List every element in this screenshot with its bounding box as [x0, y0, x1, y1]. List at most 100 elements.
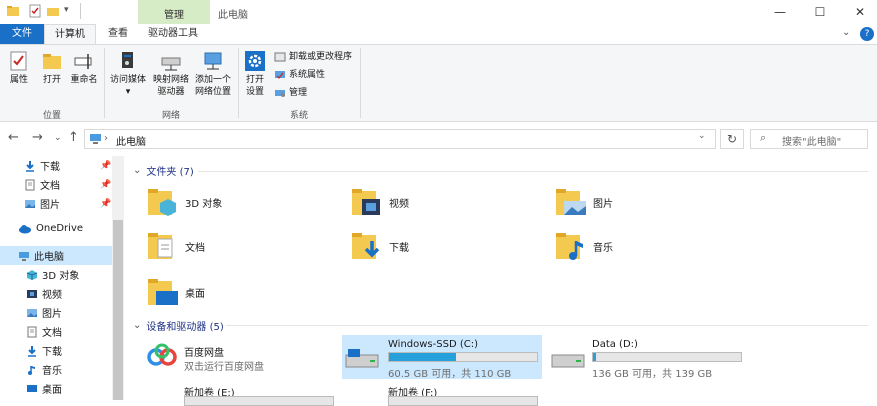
- access-media-dropdown-icon: ▾: [125, 87, 131, 97]
- search-placeholder: 搜索"此电脑": [782, 137, 842, 148]
- breadcrumb-chevron-icon[interactable]: ›: [104, 133, 108, 144]
- folder-pictures[interactable]: 图片: [554, 184, 744, 220]
- pin-icon[interactable]: 📌: [100, 199, 111, 209]
- sidebar-item-music[interactable]: 音乐: [0, 360, 124, 379]
- sidebar-item-videos[interactable]: 视频: [0, 284, 124, 303]
- contextual-tab-label[interactable]: 管理: [138, 6, 210, 21]
- map-network-label-2: 驱动器: [157, 87, 185, 97]
- sidebar-item-label: 下载: [40, 162, 60, 173]
- refresh-icon[interactable]: ↻: [720, 129, 744, 149]
- sidebar-item-pictures-pc[interactable]: 图片: [0, 303, 124, 322]
- drive-c[interactable]: Windows-SSD (C:) 60.5 GB 可用，共 110 GB: [342, 335, 542, 380]
- folder-3d-objects[interactable]: 3D 对象: [146, 184, 336, 220]
- open-button[interactable]: 打开: [38, 50, 66, 86]
- add-network-location-button[interactable]: 添加一个 网络位置: [192, 50, 234, 98]
- rename-button[interactable]: 重命名: [68, 50, 100, 86]
- sidebar-item-desktop[interactable]: 桌面: [0, 379, 124, 398]
- devices-section-header[interactable]: ⌄ 设备和驱动器 (5): [133, 318, 224, 333]
- drive-c-free-space: 60.5 GB 可用，共 110 GB: [388, 369, 512, 380]
- sidebar-item-documents-pc[interactable]: 文档: [0, 322, 124, 341]
- folders-section-header[interactable]: ⌄ 文件夹 (7): [133, 163, 194, 178]
- folder-desktop[interactable]: 桌面: [146, 274, 336, 310]
- collapse-chevron-icon[interactable]: ⌄: [133, 165, 141, 176]
- ribbon-separator: [360, 48, 361, 118]
- drive-f-usage-bar: [388, 396, 538, 406]
- download-folder-icon: [352, 233, 380, 259]
- explorer-icon: [7, 6, 19, 16]
- desktop-folder-icon: [148, 279, 178, 305]
- map-network-label-1: 映射网络: [152, 75, 189, 85]
- tab-drive-tools[interactable]: 驱动器工具: [140, 24, 206, 44]
- properties-button[interactable]: 属性: [4, 50, 34, 86]
- open-settings-button[interactable]: 打开 设置: [241, 50, 269, 98]
- folder-downloads[interactable]: 下载: [350, 228, 540, 264]
- pin-icon[interactable]: 📌: [100, 180, 111, 190]
- pin-icon[interactable]: 📌: [100, 161, 111, 171]
- picture-folder-icon: [556, 189, 586, 215]
- sidebar-item-pictures[interactable]: 图片 📌: [0, 194, 124, 213]
- folder-label: 下载: [389, 242, 409, 254]
- sidebar-item-label: OneDrive: [36, 223, 84, 234]
- sidebar-item-this-pc[interactable]: 此电脑: [0, 246, 124, 265]
- back-arrow-icon[interactable]: ←: [8, 130, 19, 145]
- forward-arrow-icon[interactable]: →: [32, 130, 43, 145]
- maximize-button[interactable]: ☐: [806, 4, 834, 20]
- sidebar-item-label: 文档: [40, 181, 60, 192]
- rename-label: 重命名: [70, 75, 98, 85]
- folder-videos[interactable]: 视频: [350, 184, 540, 220]
- uninstall-programs-button[interactable]: 卸载或更改程序: [274, 48, 352, 66]
- sidebar-item-downloads[interactable]: 下载 📌: [0, 156, 124, 175]
- minimize-button[interactable]: —: [766, 4, 794, 20]
- folder-music[interactable]: 音乐: [554, 228, 744, 264]
- download-icon: [26, 160, 34, 172]
- tab-view[interactable]: 查看: [96, 24, 140, 44]
- system-group-label: 系统: [289, 111, 308, 121]
- folder-label: 3D 对象: [185, 198, 223, 210]
- folder-label: 桌面: [185, 288, 205, 300]
- quick-access-dropdown-icon[interactable]: ▾: [64, 5, 69, 15]
- sidebar-item-3d-objects[interactable]: 3D 对象: [0, 265, 124, 284]
- drive-d[interactable]: Data (D:) 136 GB 可用，共 139 GB: [548, 335, 748, 380]
- drive-d-free-space: 136 GB 可用，共 139 GB: [592, 369, 713, 380]
- add-location-label-1: 添加一个: [194, 75, 231, 85]
- properties-quick-icon[interactable]: [28, 4, 42, 18]
- sidebar-item-downloads-pc[interactable]: 下载: [0, 341, 124, 360]
- collapse-ribbon-icon[interactable]: ⌄: [842, 27, 850, 38]
- device-name: 百度网盘: [184, 348, 224, 359]
- search-icon: ⌕: [760, 131, 767, 144]
- sidebar-item-label: 图片: [42, 309, 62, 320]
- sidebar-item-documents[interactable]: 文档 📌: [0, 175, 124, 194]
- rename-icon: [74, 54, 92, 69]
- sidebar-item-onedrive[interactable]: OneDrive: [0, 219, 124, 238]
- new-folder-quick-icon[interactable]: [46, 4, 60, 18]
- breadcrumb-this-pc[interactable]: 此电脑: [116, 133, 146, 148]
- media-server-icon: [122, 52, 133, 68]
- folder-label: 视频: [389, 198, 409, 210]
- address-dropdown-icon[interactable]: ⌄: [698, 131, 706, 141]
- collapse-chevron-icon[interactable]: ⌄: [133, 320, 141, 331]
- download-icon: [28, 345, 36, 357]
- picture-icon: [25, 199, 35, 208]
- tab-file[interactable]: 文件: [0, 24, 44, 44]
- up-arrow-icon[interactable]: ↑: [68, 130, 79, 145]
- document-icon: [27, 326, 37, 337]
- recent-locations-dropdown-icon[interactable]: ⌄: [54, 133, 62, 143]
- tab-computer[interactable]: 计算机: [44, 24, 96, 44]
- system-properties-icon: [275, 71, 285, 79]
- device-baidu-netdisk[interactable]: 百度网盘 双击运行百度网盘: [146, 340, 336, 376]
- address-bar[interactable]: [84, 129, 716, 149]
- music-folder-icon: [556, 233, 583, 260]
- video-icon: [27, 289, 37, 298]
- document-folder-icon: [148, 233, 173, 259]
- close-button[interactable]: ✕: [846, 4, 874, 20]
- sidebar-scrollbar-thumb[interactable]: [113, 220, 123, 400]
- folder-documents[interactable]: 文档: [146, 228, 336, 264]
- system-properties-button[interactable]: 系统属性: [274, 66, 352, 84]
- folders-section-title: 文件夹 (7): [146, 167, 194, 178]
- access-media-button[interactable]: 访问媒体 ▾: [107, 50, 149, 98]
- map-network-drive-button[interactable]: 映射网络 驱动器: [150, 50, 192, 98]
- drive-e[interactable]: 新加卷 (E:): [146, 382, 336, 406]
- manage-button[interactable]: 管理: [274, 84, 352, 102]
- drive-f[interactable]: 新加卷 (F:): [350, 382, 540, 406]
- help-icon[interactable]: ?: [860, 27, 874, 41]
